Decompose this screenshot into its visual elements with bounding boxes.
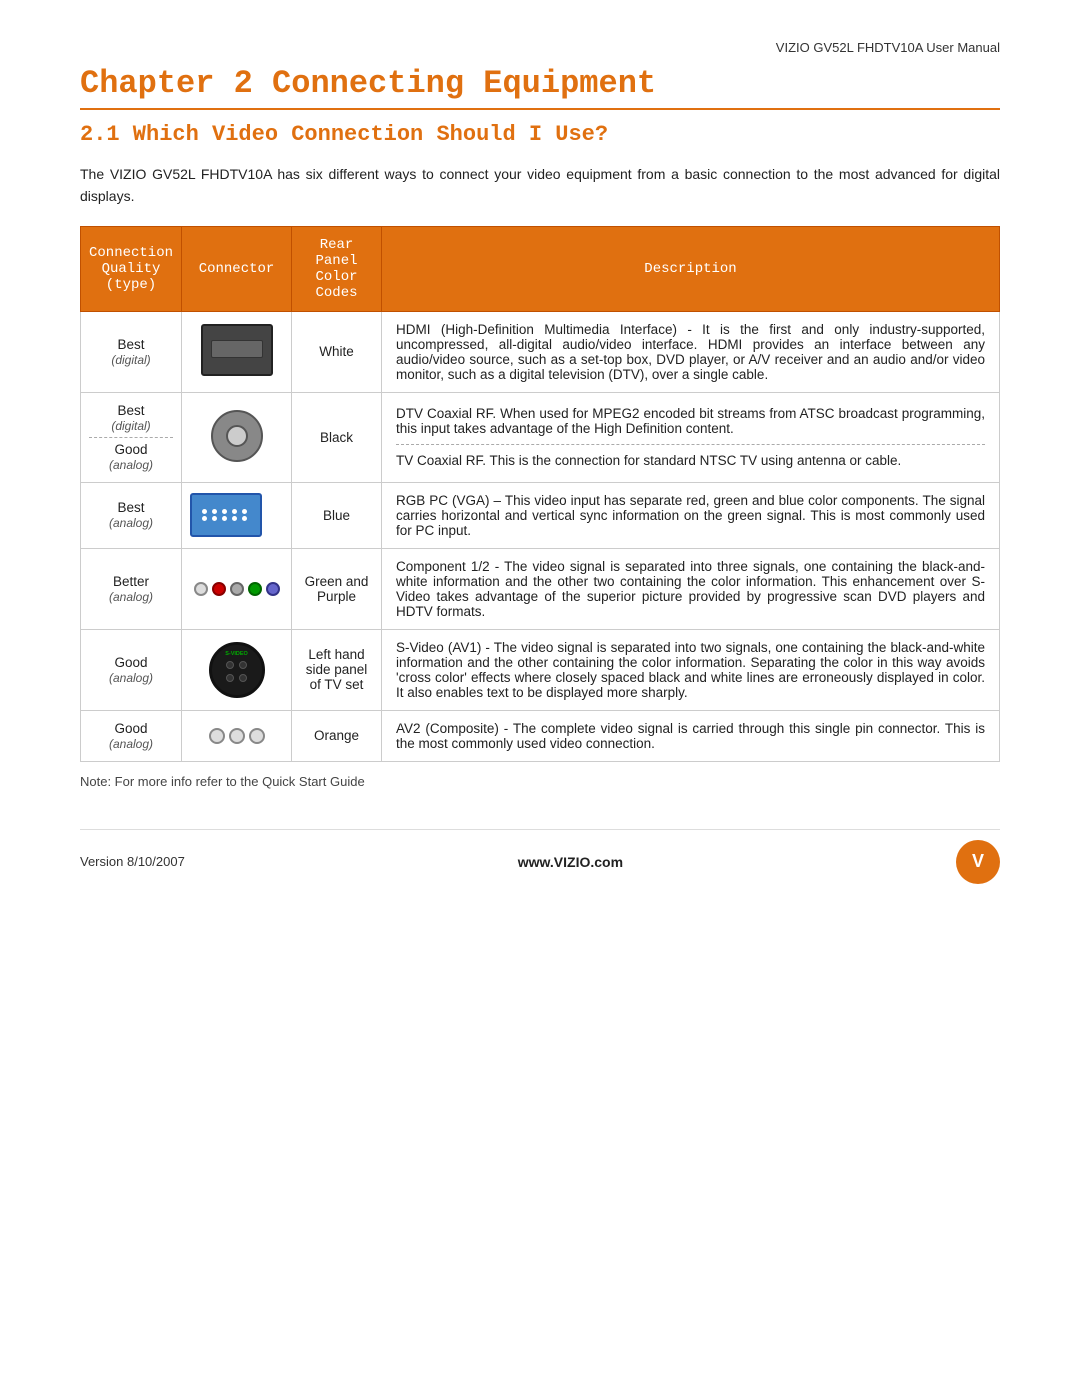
color-code-cell: Left hand side panel of TV set — [292, 629, 382, 710]
quality-cell: Best (analog) — [81, 482, 182, 548]
quality-main-2: Good — [114, 442, 147, 457]
table-row: Best (digital) White HDMI (High-Definiti… — [81, 311, 1000, 392]
quality-main: Better — [113, 574, 149, 589]
connector-cell: S-VIDEO — [182, 629, 292, 710]
footer-url: www.VIZIO.com — [518, 854, 623, 870]
connector-cell — [182, 548, 292, 629]
description-cell: RGB PC (VGA) – This video input has sepa… — [382, 482, 1000, 548]
page: VIZIO GV52L FHDTV10A User Manual Chapter… — [0, 0, 1080, 1397]
quality-main: Best — [118, 337, 145, 352]
table-row: Best (analog) — [81, 482, 1000, 548]
quality-main: Best — [118, 500, 145, 515]
color-code-cell: Blue — [292, 482, 382, 548]
quality-main: Good — [114, 655, 147, 670]
color-code-cell: White — [292, 311, 382, 392]
quality-sub: (analog) — [109, 671, 153, 685]
intro-paragraph: The VIZIO GV52L FHDTV10A has six differe… — [80, 163, 1000, 208]
table-row: Better (analog) Green and Purple Compone… — [81, 548, 1000, 629]
quality-sub-2: (analog) — [109, 458, 153, 472]
connection-table: ConnectionQuality(type) Connector RearPa… — [80, 226, 1000, 762]
color-code-cell: Orange — [292, 710, 382, 761]
description-cell: S-Video (AV1) - The video signal is sepa… — [382, 629, 1000, 710]
footer-version: Version 8/10/2007 — [80, 854, 185, 869]
connector-cell — [182, 392, 292, 482]
col-header-quality: ConnectionQuality(type) — [81, 226, 182, 311]
header-manual-title: VIZIO GV52L FHDTV10A User Manual — [80, 40, 1000, 55]
table-row: Good (analog) S-VIDEO Left hand sid — [81, 629, 1000, 710]
color-code-cell: Black — [292, 392, 382, 482]
connector-cell — [182, 311, 292, 392]
connector-cell — [182, 482, 292, 548]
quality-sub: (digital) — [111, 419, 150, 433]
quality-cell: Good (analog) — [81, 629, 182, 710]
hdmi-connector-icon — [201, 324, 273, 376]
quality-sub: (analog) — [109, 737, 153, 751]
svideo-connector-icon: S-VIDEO — [209, 642, 265, 698]
vizio-logo-icon: V — [956, 840, 1000, 884]
table-row: Best (digital) Good (analog) Black DTV C… — [81, 392, 1000, 482]
table-header-row: ConnectionQuality(type) Connector RearPa… — [81, 226, 1000, 311]
description-cell: Component 1/2 - The video signal is sepa… — [382, 548, 1000, 629]
vga-connector-icon — [190, 493, 262, 537]
table-note: Note: For more info refer to the Quick S… — [80, 774, 1000, 789]
quality-cell: Best (digital) — [81, 311, 182, 392]
quality-main: Good — [114, 721, 147, 736]
quality-cell: Better (analog) — [81, 548, 182, 629]
section-title: 2.1 Which Video Connection Should I Use? — [80, 122, 1000, 147]
connector-cell — [182, 710, 292, 761]
chapter-title: Chapter 2 Connecting Equipment — [80, 65, 1000, 110]
coax-connector-icon — [211, 410, 263, 462]
quality-cell: Best (digital) Good (analog) — [81, 392, 182, 482]
col-header-connector: Connector — [182, 226, 292, 311]
description-cell: DTV Coaxial RF. When used for MPEG2 enco… — [382, 392, 1000, 482]
col-header-description: Description — [382, 226, 1000, 311]
component-connector-icon — [190, 582, 283, 596]
table-row: Good (analog) Orange AV2 (Composite) - T… — [81, 710, 1000, 761]
color-code-cell: Green and Purple — [292, 548, 382, 629]
description-cell: AV2 (Composite) - The complete video sig… — [382, 710, 1000, 761]
quality-main: Best — [118, 403, 145, 418]
quality-sub: (analog) — [109, 516, 153, 530]
col-header-color: RearPanelColorCodes — [292, 226, 382, 311]
page-footer: Version 8/10/2007 www.VIZIO.com V — [80, 829, 1000, 884]
description-cell: HDMI (High-Definition Multimedia Interfa… — [382, 311, 1000, 392]
quality-sub: (analog) — [109, 590, 153, 604]
quality-cell: Good (analog) — [81, 710, 182, 761]
composite-connector-icon — [190, 728, 283, 744]
quality-sub: (digital) — [111, 353, 150, 367]
